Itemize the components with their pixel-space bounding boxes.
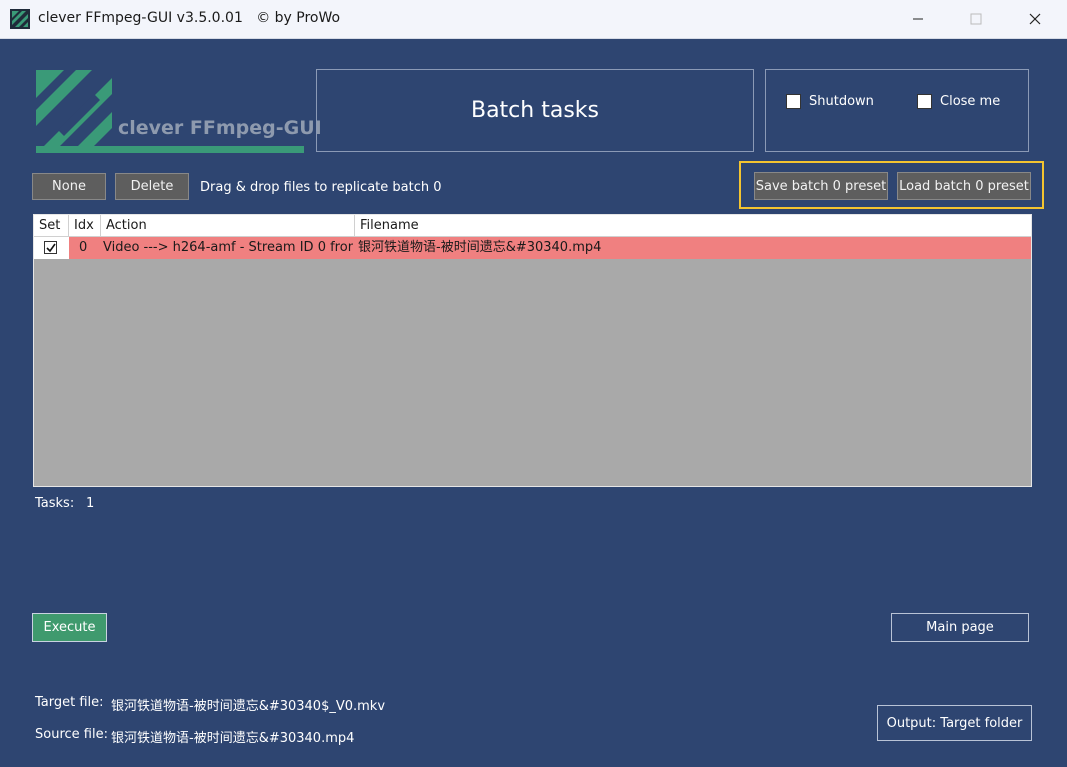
- tasks-count: 1: [86, 496, 95, 511]
- execute-button[interactable]: Execute: [32, 613, 107, 642]
- delete-button[interactable]: Delete: [115, 173, 189, 200]
- target-file-label: Target file:: [35, 695, 104, 710]
- row-idx: 0: [79, 240, 88, 255]
- load-preset-button[interactable]: Load batch 0 preset: [897, 172, 1031, 200]
- title-bar: clever FFmpeg-GUI v3.5.0.01 © by ProWo: [0, 0, 1067, 39]
- output-target-folder-button[interactable]: Output: Target folder: [877, 705, 1032, 741]
- close-icon: [1029, 13, 1041, 25]
- page-title-panel: Batch tasks: [316, 69, 754, 152]
- row-action: Video ---> h264-amf - Stream ID 0 from: [103, 240, 353, 255]
- column-header-action[interactable]: Action: [101, 215, 355, 236]
- shutdown-label: Shutdown: [809, 94, 874, 109]
- load-preset-label: Load batch 0 preset: [899, 178, 1029, 194]
- batch-task-table[interactable]: Set Idx Action Filename 0 Video ---> h26…: [33, 214, 1032, 487]
- column-header-idx[interactable]: Idx: [69, 215, 101, 236]
- target-file-value: 银河铁道物语-被时间遗忘&#30340$_V0.mkv: [111, 699, 386, 714]
- maximize-icon: [970, 13, 982, 25]
- ffmpeg-logo-icon: [36, 70, 304, 153]
- close-me-label: Close me: [940, 94, 1001, 109]
- minimize-button[interactable]: [895, 0, 941, 38]
- main-page-button[interactable]: Main page: [891, 613, 1029, 642]
- options-panel: [765, 69, 1029, 152]
- save-preset-button[interactable]: Save batch 0 preset: [754, 172, 888, 200]
- window-title: clever FFmpeg-GUI v3.5.0.01 © by ProWo: [38, 10, 341, 26]
- page-title: Batch tasks: [470, 98, 599, 123]
- column-header-filename[interactable]: Filename: [355, 215, 1031, 236]
- output-target-folder-label: Output: Target folder: [886, 715, 1023, 731]
- maximize-button[interactable]: [953, 0, 999, 38]
- row-set-cell: [34, 237, 69, 259]
- none-button[interactable]: None: [32, 173, 106, 200]
- table-row[interactable]: 0 Video ---> h264-amf - Stream ID 0 from…: [34, 237, 1031, 259]
- source-file-value: 银河铁道物语-被时间遗忘&#30340.mp4: [111, 731, 355, 746]
- logo-text: clever FFmpeg-GUI: [118, 117, 322, 139]
- shutdown-checkbox[interactable]: [786, 94, 801, 109]
- none-button-label: None: [52, 179, 86, 194]
- ffmpeg-logo-icon: [10, 9, 30, 29]
- drag-drop-hint: Drag & drop files to replicate batch 0: [200, 180, 442, 195]
- row-filename: 银河铁道物语-被时间遗忘&#30340.mp4: [358, 240, 602, 255]
- main-page-button-label: Main page: [926, 620, 994, 635]
- source-file-label: Source file:: [35, 727, 108, 742]
- checkmark-icon: [45, 243, 56, 252]
- execute-button-label: Execute: [43, 620, 96, 635]
- row-set-checkbox[interactable]: [44, 241, 57, 254]
- tasks-label: Tasks:: [35, 496, 75, 511]
- close-me-checkbox[interactable]: [917, 94, 932, 109]
- table-header: Set Idx Action Filename: [34, 215, 1031, 237]
- close-button[interactable]: [1012, 0, 1058, 38]
- save-preset-label: Save batch 0 preset: [755, 178, 887, 194]
- minimize-icon: [913, 18, 923, 20]
- delete-button-label: Delete: [130, 179, 174, 194]
- column-header-set[interactable]: Set: [34, 215, 69, 236]
